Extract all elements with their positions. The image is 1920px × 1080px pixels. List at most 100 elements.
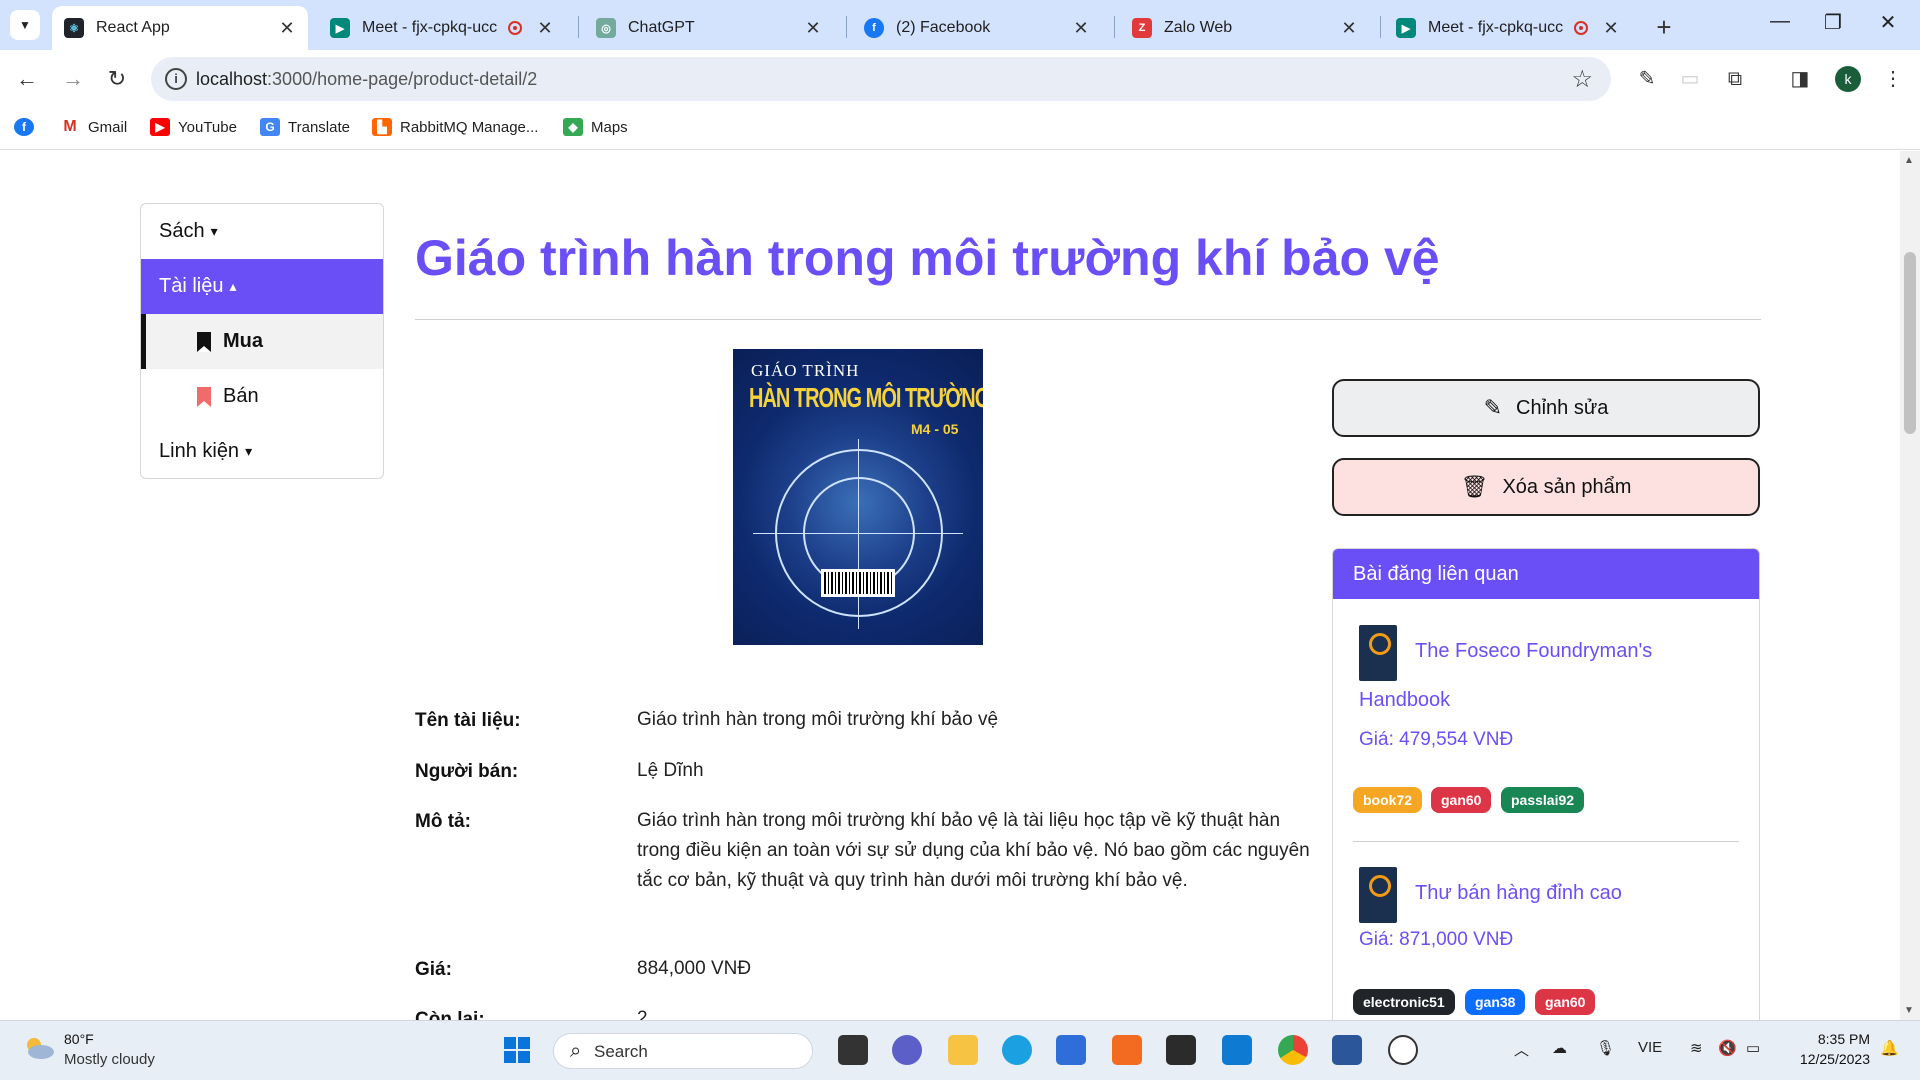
windows-start-icon[interactable] xyxy=(502,1035,532,1065)
reload-icon[interactable]: ↻ xyxy=(100,62,134,96)
bookmark-label: Translate xyxy=(288,118,350,136)
tab-separator xyxy=(1114,16,1115,38)
minimize-icon[interactable]: — xyxy=(1765,10,1795,33)
onedrive-cloud-icon[interactable]: ☁ xyxy=(1552,1039,1567,1057)
tab-chatgpt[interactable]: ◎ ChatGPT ✕ xyxy=(584,6,834,50)
chrome-icon[interactable] xyxy=(1278,1035,1308,1065)
bookmark-maps[interactable]: ◆ Maps xyxy=(563,118,628,136)
scroll-down-arrow-icon[interactable]: ▼ xyxy=(1904,1005,1914,1016)
bookmark-translate[interactable]: G Translate xyxy=(260,118,350,136)
address-bar[interactable]: i localhost:3000/home-page/product-detai… xyxy=(151,57,1611,101)
tag-badge[interactable]: gan60 xyxy=(1431,787,1492,813)
close-tab-icon[interactable]: ✕ xyxy=(536,18,554,39)
back-arrow-icon[interactable]: ← xyxy=(10,62,44,96)
tab-facebook[interactable]: f (2) Facebook ✕ xyxy=(852,6,1102,50)
notification-bell-icon[interactable]: 🔔 xyxy=(1880,1039,1899,1057)
weather-temperature[interactable]: 80°F xyxy=(64,1031,94,1047)
close-tab-icon[interactable]: ✕ xyxy=(278,18,296,39)
tab-zalo[interactable]: Z Zalo Web ✕ xyxy=(1120,6,1370,50)
word-icon[interactable] xyxy=(1332,1035,1362,1065)
eyedropper-icon[interactable]: ✎ xyxy=(1632,64,1662,94)
volume-muted-icon[interactable]: 🔇 xyxy=(1718,1039,1737,1057)
close-tab-icon[interactable]: ✕ xyxy=(1602,18,1620,39)
clock-date[interactable]: 12/25/2023 xyxy=(1780,1051,1870,1067)
tab-strip: ▼ ⚛ React App ✕ ▶ Meet - fjx-cpkq-ucc ✕ … xyxy=(0,0,1920,50)
clock-time[interactable]: 8:35 PM xyxy=(1790,1031,1870,1047)
page-scrollbar[interactable]: ▲ ▼ xyxy=(1900,151,1920,1020)
facebook-icon: f xyxy=(14,118,34,136)
show-hidden-icons-chevron-icon[interactable]: ︿ xyxy=(1514,1039,1529,1060)
tag-badge[interactable]: gan38 xyxy=(1465,989,1526,1015)
close-window-icon[interactable]: ✕ xyxy=(1873,10,1903,35)
xampp-icon[interactable] xyxy=(1112,1035,1142,1065)
bookmark-facebook[interactable]: f xyxy=(14,118,42,136)
close-tab-icon[interactable]: ✕ xyxy=(804,18,822,39)
sidebar-item-mua[interactable]: Mua xyxy=(141,314,383,369)
field-value: Giáo trình hàn trong môi trường khí bảo … xyxy=(637,709,999,730)
profile-avatar[interactable]: k xyxy=(1835,66,1861,92)
related-thumbnail[interactable] xyxy=(1359,625,1397,681)
tab-meet-1[interactable]: ▶ Meet - fjx-cpkq-ucc ✕ xyxy=(318,6,566,50)
pencil-icon: ✎ xyxy=(1483,395,1503,420)
related-title[interactable]: The Foseco Foundryman's xyxy=(1415,640,1652,663)
sidebar-item-sach[interactable]: Sách ▾ xyxy=(141,204,383,259)
site-info-icon[interactable]: i xyxy=(165,68,187,90)
scroll-up-arrow-icon[interactable]: ▲ xyxy=(1904,155,1914,166)
more-menu-icon[interactable]: ⋮ xyxy=(1878,64,1908,94)
close-tab-icon[interactable]: ✕ xyxy=(1340,18,1358,39)
react-icon: ⚛ xyxy=(64,18,84,38)
teams-chat-icon[interactable] xyxy=(892,1035,922,1065)
related-title[interactable]: Handbook xyxy=(1359,689,1450,712)
tab-react-app[interactable]: ⚛ React App ✕ xyxy=(52,6,308,50)
language-indicator[interactable]: VIE xyxy=(1638,1039,1662,1056)
tag-badge[interactable]: book72 xyxy=(1353,787,1423,813)
tab-search-button[interactable]: ▼ xyxy=(10,10,40,40)
divider xyxy=(415,319,1761,320)
scroll-thumb[interactable] xyxy=(1904,252,1916,434)
sidebar-item-tai-lieu[interactable]: Tài liệu ▴ xyxy=(141,259,383,314)
url-text[interactable]: localhost:3000/home-page/product-detail/… xyxy=(196,69,537,90)
sidebar-item-ban[interactable]: Bán xyxy=(141,369,383,424)
related-price: Giá: 479,554 VNĐ xyxy=(1359,729,1514,750)
field-label: Giá: xyxy=(415,959,452,980)
restore-icon[interactable]: ❐ xyxy=(1818,10,1848,35)
edit-button[interactable]: ✎ Chỉnh sửa xyxy=(1332,379,1760,437)
related-title[interactable]: Thư bán hàng đỉnh cao xyxy=(1415,882,1622,905)
bookmark-star-icon[interactable]: ☆ xyxy=(1571,65,1593,94)
microphone-icon[interactable]: 🎙 xyxy=(1596,1039,1615,1057)
microsoft-store-icon[interactable] xyxy=(1056,1035,1086,1065)
wifi-icon[interactable]: ≋ xyxy=(1690,1039,1703,1057)
field-label: Còn lại: xyxy=(415,1009,485,1020)
new-tab-button[interactable]: + xyxy=(1652,12,1676,43)
extensions-puzzle-icon[interactable]: ⧉ xyxy=(1720,64,1750,94)
tag-badge[interactable]: electronic51 xyxy=(1353,989,1455,1015)
tab-separator xyxy=(1380,16,1381,38)
terminal-icon[interactable] xyxy=(1166,1035,1196,1065)
battery-icon[interactable]: ▭ xyxy=(1746,1039,1760,1057)
caret-down-icon: ▾ xyxy=(245,443,253,459)
cover-crosshair xyxy=(858,439,859,629)
bookmark-gmail[interactable]: M Gmail xyxy=(60,118,127,136)
taskbar-search[interactable]: ⌕ Search xyxy=(553,1033,813,1069)
related-thumbnail[interactable] xyxy=(1359,867,1397,923)
forward-arrow-icon[interactable]: → xyxy=(56,62,90,96)
tab-meet-2[interactable]: ▶ Meet - fjx-cpkq-ucc ✕ xyxy=(1384,6,1632,50)
file-explorer-icon[interactable] xyxy=(948,1035,978,1065)
close-tab-icon[interactable]: ✕ xyxy=(1072,18,1090,39)
tag-badge[interactable]: gan60 xyxy=(1535,989,1596,1015)
youtube-icon: ▶ xyxy=(150,118,170,136)
side-panel-icon[interactable]: ◨ xyxy=(1785,64,1815,94)
delete-product-button[interactable]: 🗑 Xóa sản phẩm xyxy=(1332,458,1760,516)
bookmarks-bar: f M Gmail ▶ YouTube G Translate ▙ Rabbit… xyxy=(0,108,1920,150)
sidebar-item-linh-kien[interactable]: Linh kiện ▾ xyxy=(141,424,383,478)
task-view-icon[interactable] xyxy=(838,1035,868,1065)
edge-icon[interactable] xyxy=(1002,1035,1032,1065)
extension-icon[interactable]: ▭ xyxy=(1675,64,1705,94)
bookmark-youtube[interactable]: ▶ YouTube xyxy=(150,118,237,136)
weather-description[interactable]: Mostly cloudy xyxy=(64,1051,155,1068)
vscode-icon[interactable] xyxy=(1222,1035,1252,1065)
cloudy-weather-icon[interactable] xyxy=(22,1035,56,1061)
tag-badge[interactable]: passlai92 xyxy=(1501,787,1585,813)
github-icon[interactable] xyxy=(1388,1035,1418,1065)
bookmark-rabbitmq[interactable]: ▙ RabbitMQ Manage... xyxy=(372,118,538,136)
